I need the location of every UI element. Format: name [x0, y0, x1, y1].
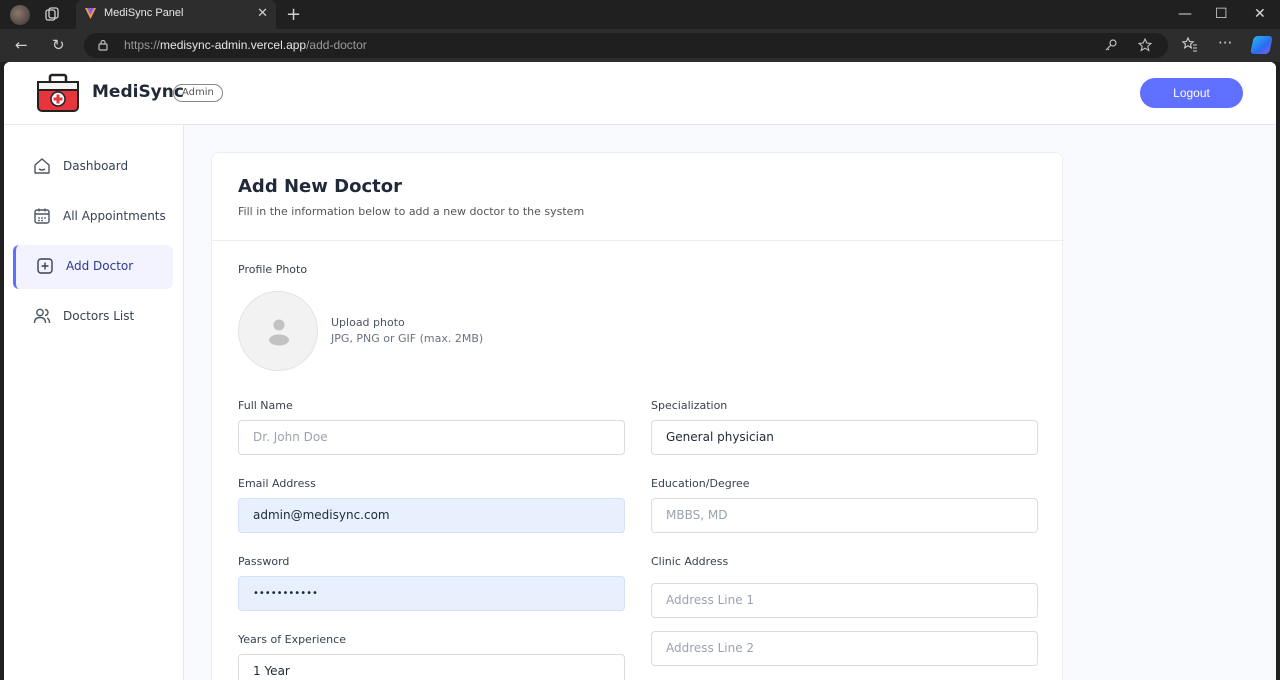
sidebar-item-label: All Appointments — [63, 209, 166, 223]
password-input[interactable]: ••••••••••• — [238, 576, 625, 611]
sidebar-item-label: Add Doctor — [66, 259, 134, 273]
page-title: Add New Doctor — [238, 176, 402, 197]
upload-photo-hint: JPG, PNG or GIF (max. 2MB) — [331, 332, 484, 345]
back-icon[interactable]: ← — [15, 36, 28, 54]
url-field[interactable]: https://medisync-admin.vercel.app/add-do… — [84, 33, 1168, 58]
sidebar: Dashboard All Appointments Add Doctor Do… — [4, 125, 184, 680]
tab-close-icon[interactable]: ✕ — [257, 6, 268, 21]
education-label: Education/Degree — [651, 477, 750, 490]
clinic-address-label: Clinic Address — [651, 555, 729, 568]
full-name-input[interactable]: Dr. John Doe — [238, 420, 625, 455]
photo-upload-area[interactable] — [238, 291, 318, 371]
password-label: Password — [238, 555, 290, 568]
favicon-icon — [85, 8, 96, 19]
maximize-icon[interactable]: ☐ — [1215, 6, 1228, 22]
copilot-icon[interactable] — [1250, 36, 1273, 54]
tab-actions-icon[interactable] — [44, 6, 60, 22]
add-square-icon — [37, 258, 53, 274]
sidebar-item-label: Dashboard — [63, 159, 129, 173]
sidebar-item-doctors-list[interactable]: Doctors List — [13, 295, 173, 339]
app-viewport: MediSync Admin Logout Dashboard All Appo… — [4, 62, 1276, 680]
specialization-select[interactable]: General physician — [651, 420, 1038, 455]
add-doctor-form-card: Add New Doctor Fill in the information b… — [211, 152, 1064, 680]
new-tab-icon[interactable]: + — [286, 4, 301, 25]
page-subtitle: Fill in the information below to add a n… — [238, 205, 585, 218]
favorite-star-icon[interactable] — [1138, 38, 1152, 52]
url-path: /add-doctor — [306, 38, 367, 52]
sidebar-item-add-doctor[interactable]: Add Doctor — [13, 245, 173, 289]
main-content: Add New Doctor Fill in the information b… — [184, 125, 1276, 680]
browser-tab-bar: MediSync Panel ✕ + — ☐ ✕ — [0, 0, 1280, 29]
address-line1-input[interactable]: Address Line 1 — [651, 583, 1038, 618]
lock-icon — [98, 39, 108, 51]
brand-name: MediSync — [92, 82, 184, 102]
app-header: MediSync Admin Logout — [4, 62, 1276, 125]
medical-kit-logo-icon — [37, 73, 79, 112]
logout-button[interactable]: Logout — [1140, 78, 1243, 108]
profile-avatar[interactable] — [10, 5, 30, 25]
full-name-label: Full Name — [238, 399, 293, 412]
favorites-icon[interactable] — [1182, 36, 1198, 52]
sidebar-item-dashboard[interactable]: Dashboard — [13, 145, 173, 189]
window-close-icon[interactable]: ✕ — [1254, 6, 1266, 22]
browser-address-bar: ← ↻ https://medisync-admin.vercel.app/ad… — [0, 29, 1280, 62]
reload-icon[interactable]: ↻ — [52, 36, 65, 54]
person-placeholder-icon — [269, 319, 289, 346]
url-host: medisync-admin.vercel.app — [160, 38, 307, 52]
browser-tab-active[interactable]: MediSync Panel ✕ — [76, 0, 276, 29]
sidebar-item-all-appointments[interactable]: All Appointments — [13, 195, 173, 239]
home-icon — [34, 158, 50, 174]
experience-select[interactable]: 1 Year — [238, 654, 625, 680]
specialization-label: Specialization — [651, 399, 728, 412]
calendar-icon — [34, 208, 50, 224]
people-icon — [33, 308, 51, 324]
email-label: Email Address — [238, 477, 316, 490]
profile-photo-label: Profile Photo — [238, 263, 308, 276]
url-text: https://medisync-admin.vercel.app/add-do… — [124, 38, 367, 52]
form-header: Add New Doctor Fill in the information b… — [212, 153, 1064, 241]
upload-photo-title: Upload photo — [331, 316, 405, 329]
education-input[interactable]: MBBS, MD — [651, 498, 1038, 533]
key-icon[interactable] — [1104, 38, 1118, 52]
address-line2-input[interactable]: Address Line 2 — [651, 631, 1038, 666]
email-input[interactable]: admin@medisync.com — [238, 498, 625, 533]
more-menu-icon[interactable]: ··· — [1218, 34, 1232, 52]
url-scheme: https:// — [124, 38, 161, 52]
minimize-icon[interactable]: — — [1178, 6, 1192, 22]
tab-title: MediSync Panel — [104, 7, 184, 19]
role-badge: Admin — [173, 84, 223, 102]
experience-label: Years of Experience — [238, 633, 346, 646]
sidebar-item-label: Doctors List — [63, 309, 135, 323]
